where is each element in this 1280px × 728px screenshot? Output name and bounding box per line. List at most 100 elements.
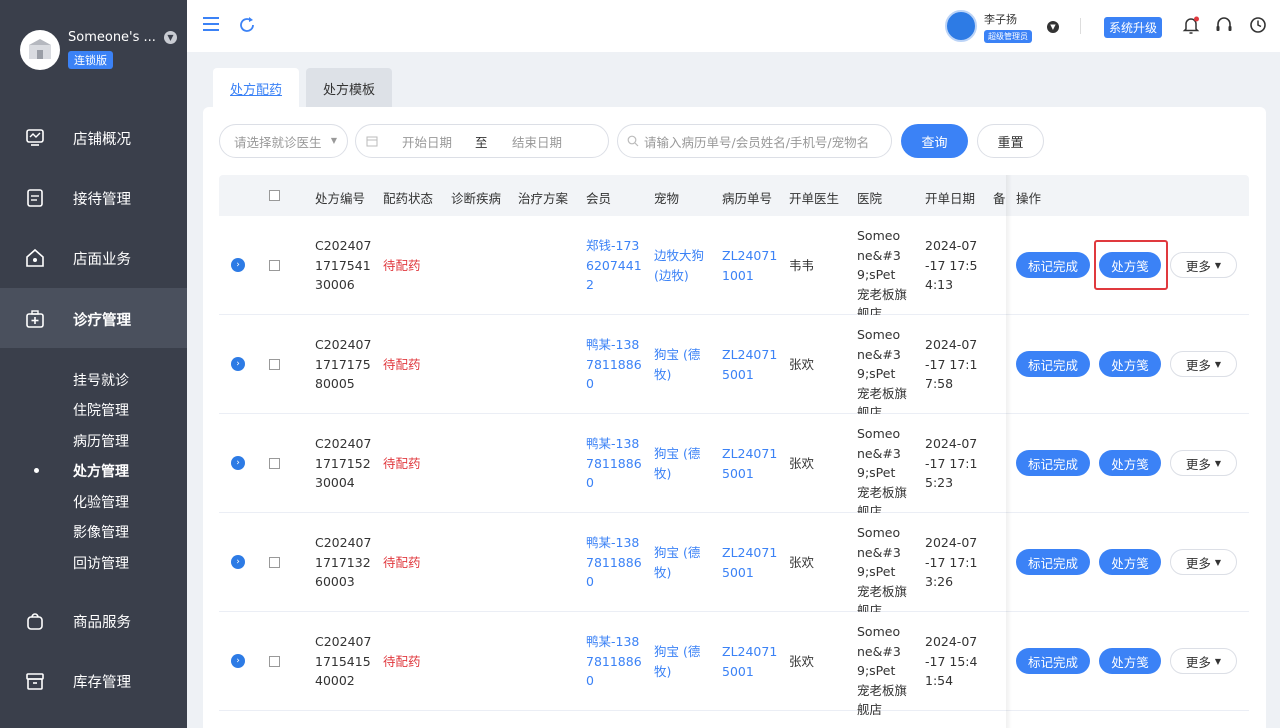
table-row[interactable]: › C202407171713260003 待配药 鸭某-13878118860…: [219, 513, 1249, 618]
mark-complete-button[interactable]: 标记完成: [1016, 252, 1090, 278]
sidebar-item-inventory[interactable]: 库存管理: [0, 658, 187, 704]
store-icon: [26, 248, 44, 267]
pet-link[interactable]: 狗宝 (德牧): [654, 642, 710, 681]
expand-row-icon[interactable]: ›: [231, 555, 245, 569]
record-link[interactable]: ZL240715001: [722, 345, 778, 384]
column-header: 病历单号: [722, 191, 773, 206]
member-link[interactable]: 鸭某-13878118860: [586, 533, 642, 592]
prescription-slip-button[interactable]: 处方笺: [1099, 648, 1161, 674]
mark-complete-button[interactable]: 标记完成: [1016, 549, 1090, 575]
pet-link[interactable]: 狗宝 (德牧): [654, 345, 710, 384]
record-link[interactable]: ZL240715001: [722, 642, 778, 681]
record-link[interactable]: ZL240715001: [722, 444, 778, 483]
dispense-status: 待配药: [383, 258, 421, 273]
caret-down-icon: ▼: [1214, 260, 1222, 270]
more-dropdown[interactable]: 更多 ▼: [1170, 648, 1237, 674]
sidebar-subitem-inpatient[interactable]: 住院管理: [73, 400, 129, 420]
avatar[interactable]: [945, 10, 977, 42]
tab-prescription-template[interactable]: 处方模板: [306, 68, 393, 108]
table-row[interactable]: › C202407171717580005 待配药 鸭某-13878118860…: [219, 315, 1249, 420]
sidebar-subitem-prescription[interactable]: 处方管理: [73, 461, 129, 481]
fixed-column-shadow: [1006, 175, 1012, 728]
table-row[interactable]: › C202407171715230004 待配药 鸭某-13878118860…: [219, 414, 1249, 519]
sidebar-item-label: 店面业务: [73, 251, 131, 268]
prescription-slip-button[interactable]: 处方笺: [1099, 450, 1161, 476]
chevron-down-icon[interactable]: ▼: [163, 31, 177, 44]
expand-row-icon[interactable]: ›: [231, 654, 245, 668]
prescription-slip-button[interactable]: 处方笺: [1099, 549, 1161, 575]
sidebar: Someone's ... ▼ 连锁版 店铺概况 接待管理 店面业务 诊疗管理 挂…: [0, 0, 187, 728]
sidebar-item-overview[interactable]: 店铺概况: [0, 115, 187, 161]
sidebar-item-reception[interactable]: 接待管理: [0, 175, 187, 221]
column-header: 备: [993, 191, 1006, 206]
row-checkbox[interactable]: [269, 656, 280, 667]
row-checkbox[interactable]: [269, 557, 280, 568]
row-checkbox[interactable]: [269, 458, 280, 469]
divider: [1080, 18, 1081, 34]
bell-icon[interactable]: [1181, 15, 1201, 35]
tab-prescription-dispensing[interactable]: 处方配药: [213, 68, 300, 108]
expand-row-icon[interactable]: ›: [231, 357, 245, 371]
brand[interactable]: Someone's ... ▼ 连锁版: [20, 30, 177, 70]
sidebar-item-label: 接待管理: [73, 191, 131, 208]
query-button[interactable]: 查询: [901, 124, 968, 158]
more-dropdown[interactable]: 更多 ▼: [1170, 351, 1237, 377]
user-role-badge: 超级管理员: [984, 30, 1032, 43]
sidebar-subitem-registration[interactable]: 挂号就诊: [73, 370, 129, 390]
member-link[interactable]: 鸭某-13878118860: [586, 632, 642, 691]
sidebar-item-label: 商品服务: [73, 614, 131, 631]
sidebar-item-products[interactable]: 商品服务: [0, 598, 187, 644]
mark-complete-button[interactable]: 标记完成: [1016, 450, 1090, 476]
date-range-picker[interactable]: 开始日期 至 结束日期: [355, 124, 609, 158]
doctor-name: 张欢: [789, 654, 815, 669]
member-link[interactable]: 郑钱-17362074412: [586, 236, 642, 295]
system-upgrade-button[interactable]: 系统升级: [1104, 17, 1163, 38]
hospital-name: Someone&#39;sPet宠老板旗舰店: [857, 426, 908, 519]
reset-button[interactable]: 重置: [977, 124, 1044, 158]
member-link[interactable]: 鸭某-13878118860: [586, 335, 642, 394]
sidebar-subitem-imaging[interactable]: 影像管理: [73, 522, 129, 542]
member-link[interactable]: 鸭某-13878118860: [586, 434, 642, 493]
pet-link[interactable]: 狗宝 (德牧): [654, 444, 710, 483]
clock-icon[interactable]: [1248, 15, 1268, 35]
sidebar-subitem-followup[interactable]: 回访管理: [73, 553, 129, 573]
headset-icon[interactable]: [1214, 15, 1234, 35]
chevron-down-icon[interactable]: ▼: [1047, 21, 1059, 33]
order-date: 2024-07-17 17:54:13: [925, 238, 978, 292]
order-date: 2024-07-17 17:17:58: [925, 337, 978, 391]
sidebar-item-medical[interactable]: 诊疗管理: [0, 296, 187, 342]
prescription-slip-button[interactable]: 处方笺: [1099, 351, 1161, 377]
doctor-select[interactable]: 请选择就诊医生 ▼: [219, 124, 348, 158]
row-checkbox[interactable]: [269, 359, 280, 370]
hospital-name: Someone&#39;sPet宠老板旗舰店: [857, 228, 908, 321]
dispense-status: 待配药: [383, 456, 421, 471]
pet-link[interactable]: 边牧大狗(边牧): [654, 246, 710, 285]
expand-row-icon[interactable]: ›: [231, 258, 245, 272]
mark-complete-button[interactable]: 标记完成: [1016, 351, 1090, 377]
pet-link[interactable]: 狗宝 (德牧): [654, 543, 710, 582]
search-input[interactable]: 请输入病历单号/会员姓名/手机号/宠物名: [617, 124, 892, 158]
sidebar-subitem-records[interactable]: 病历管理: [73, 431, 129, 451]
mark-complete-button[interactable]: 标记完成: [1016, 648, 1090, 674]
more-dropdown[interactable]: 更多 ▼: [1170, 549, 1237, 575]
doctor-name: 张欢: [789, 555, 815, 570]
table-row[interactable]: › C202407171541540002 待配药 鸭某-13878118860…: [219, 612, 1249, 717]
order-date: 2024-07-17 15:41:54: [925, 634, 978, 688]
record-link[interactable]: ZL240711001: [722, 246, 778, 285]
end-date-input[interactable]: 结束日期: [512, 132, 562, 151]
dashboard-icon: [26, 129, 44, 146]
record-link[interactable]: ZL240715001: [722, 543, 778, 582]
more-dropdown[interactable]: 更多 ▼: [1170, 450, 1237, 476]
expand-row-icon[interactable]: ›: [231, 456, 245, 470]
column-header: 操作: [1016, 191, 1042, 206]
sidebar-item-store-business[interactable]: 店面业务: [0, 235, 187, 281]
more-dropdown[interactable]: 更多 ▼: [1170, 252, 1237, 278]
reception-icon: [27, 189, 43, 207]
start-date-input[interactable]: 开始日期: [402, 132, 452, 151]
sidebar-subitem-lab[interactable]: 化验管理: [73, 492, 129, 512]
menu-icon[interactable]: [201, 14, 221, 34]
select-all-checkbox[interactable]: [269, 190, 280, 201]
row-checkbox[interactable]: [269, 260, 280, 271]
refresh-icon[interactable]: [238, 16, 256, 34]
user-info[interactable]: 李子扬 超级管理员: [984, 11, 1032, 43]
